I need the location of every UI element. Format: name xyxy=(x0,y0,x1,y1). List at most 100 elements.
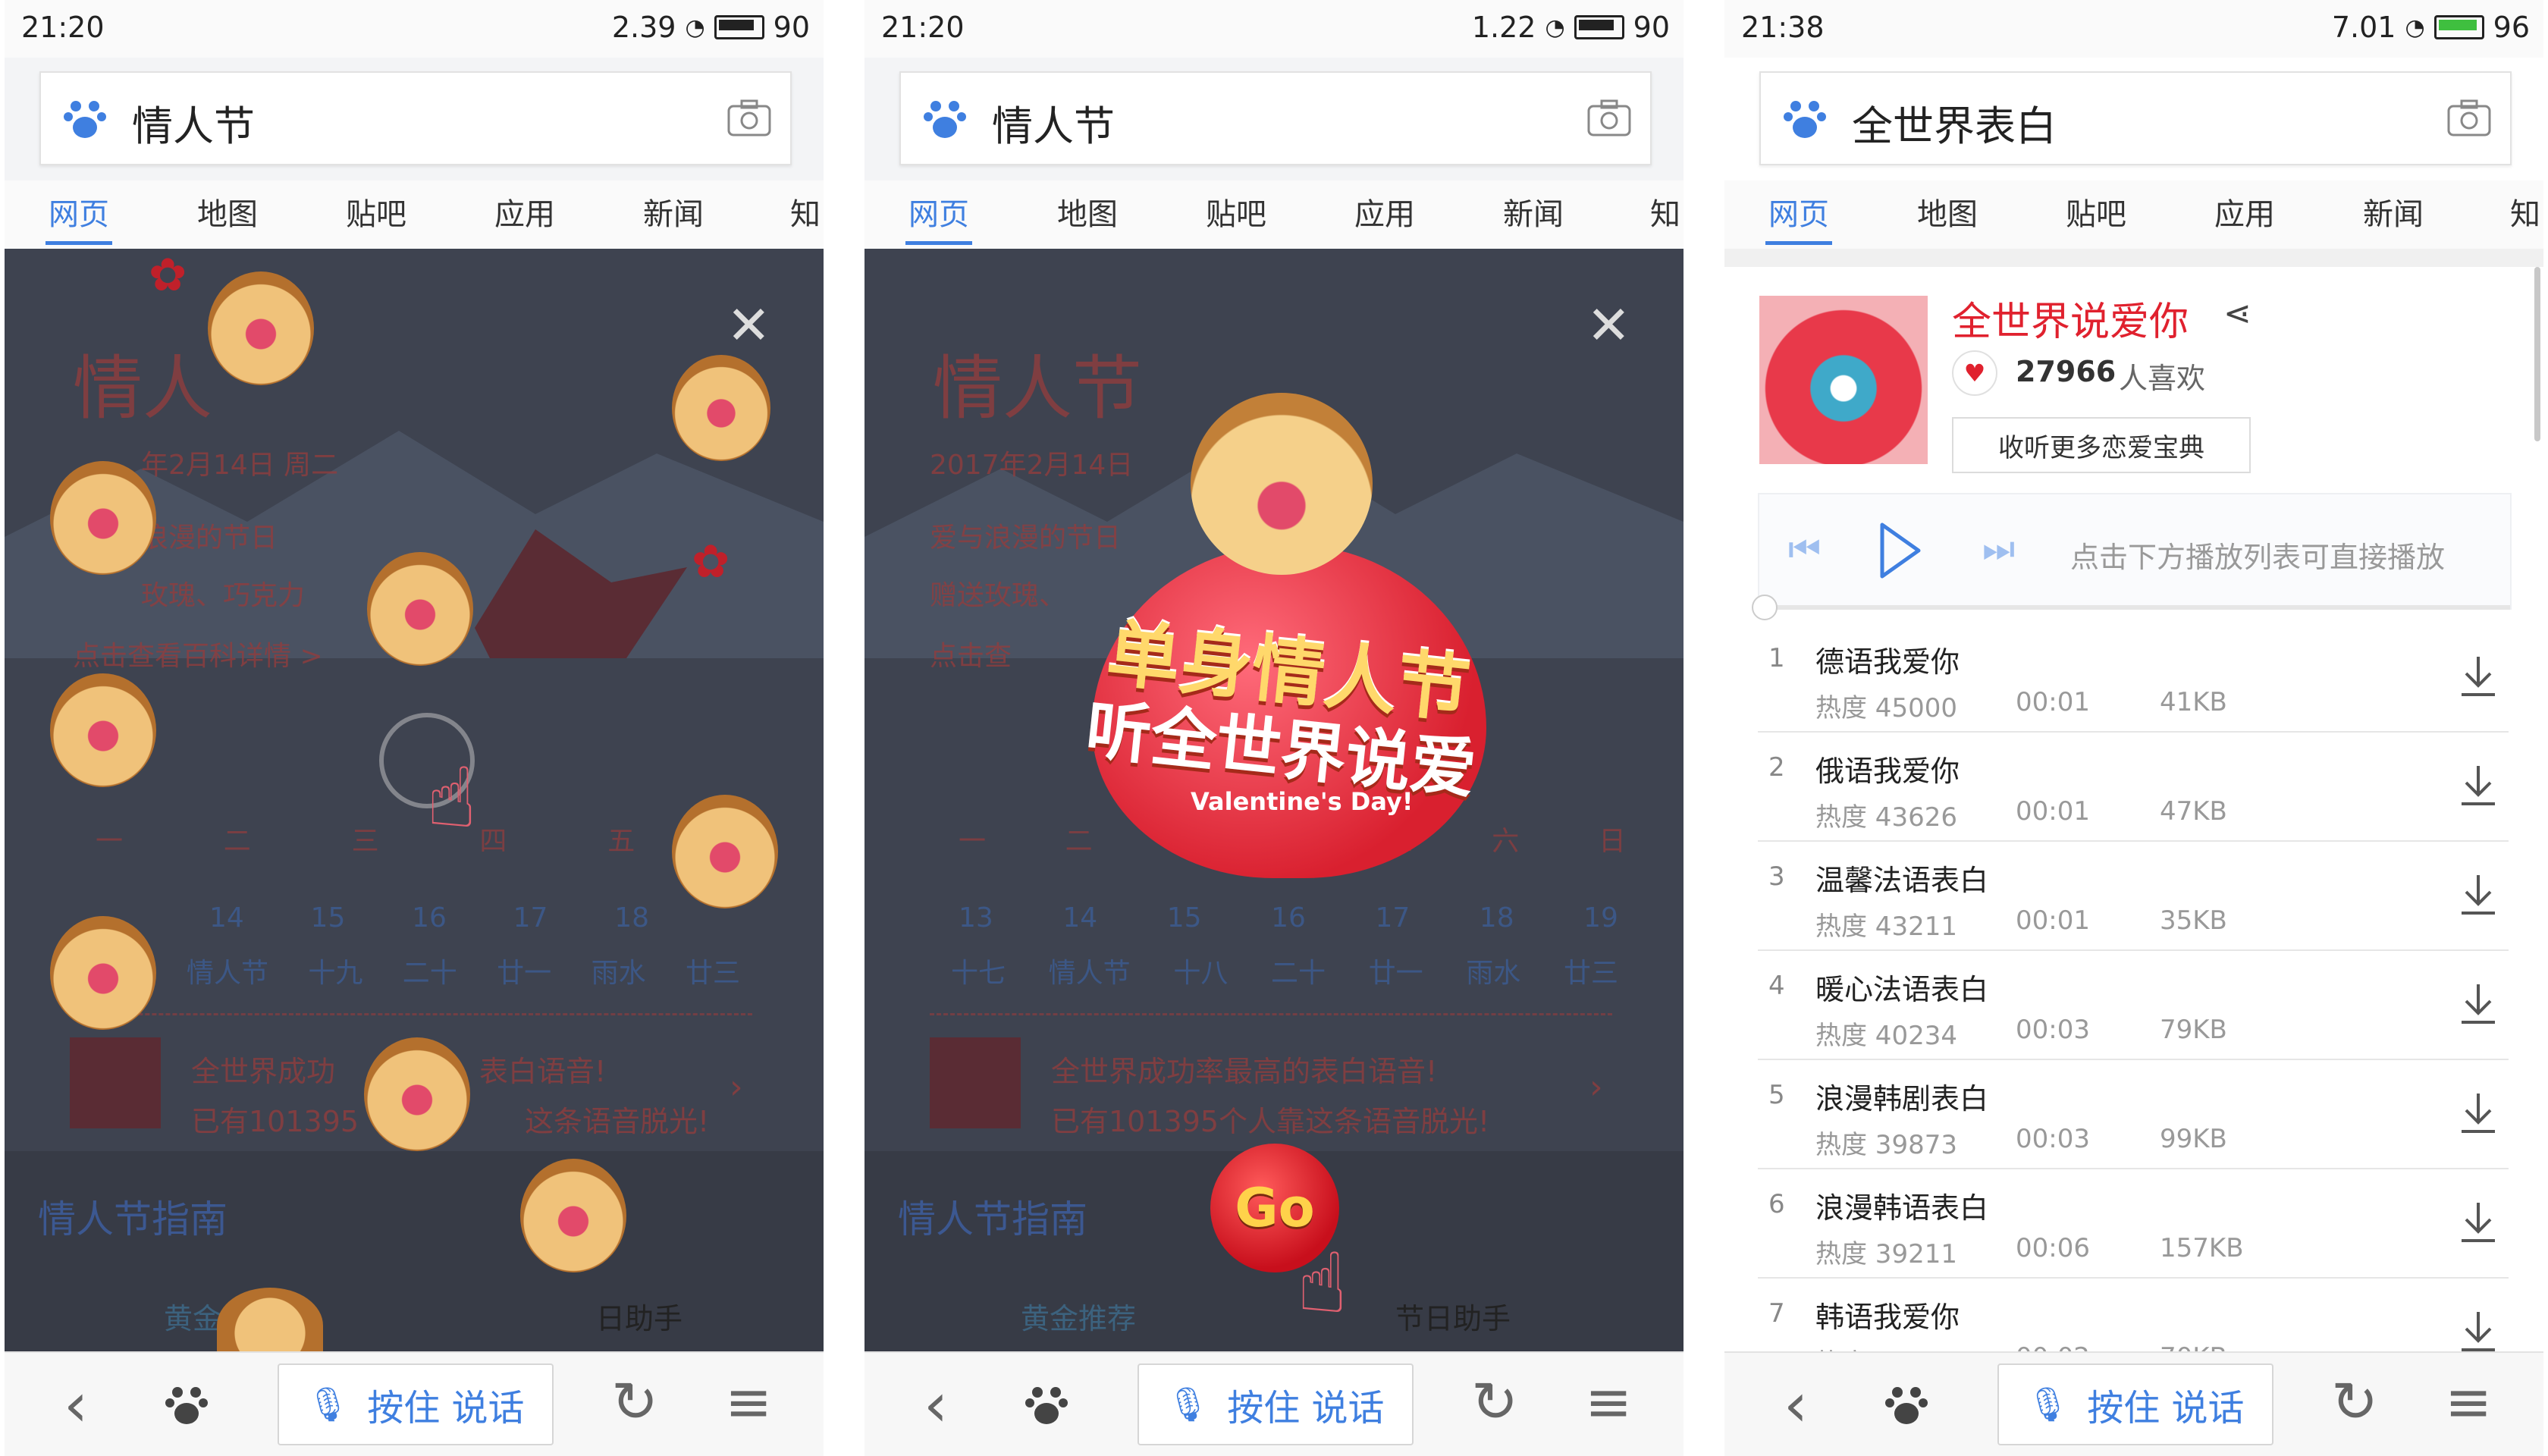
bottom-toolbar: ‹ 🎙 按住 说话 ↻ ≡ xyxy=(864,1351,1684,1456)
tab-zhidao[interactable]: 知 xyxy=(790,190,821,234)
chevron-right-icon: › xyxy=(730,1068,743,1106)
tab-apps[interactable]: 应用 xyxy=(1354,190,1415,234)
bg-title: 情人 xyxy=(73,348,213,429)
menu-icon[interactable]: ≡ xyxy=(1585,1370,1632,1435)
phone-screen-2: 21:20 1.22 ◔ 90 情人节 网页 地图 贴吧 应用 新闻 知 情人节… xyxy=(864,0,1684,1456)
tab-zhidao[interactable]: 知 xyxy=(1650,190,1680,234)
download-icon[interactable] xyxy=(2459,654,2498,699)
play-icon[interactable] xyxy=(1878,522,1923,579)
close-icon[interactable]: ✕ xyxy=(1586,294,1631,356)
go-label: Go xyxy=(1235,1177,1315,1239)
search-box[interactable]: 情人节 xyxy=(39,71,792,165)
bottom-toolbar: ‹ 🎙 按住 说话 ↻ ≡ xyxy=(1724,1351,2543,1456)
tab-map[interactable]: 地图 xyxy=(1917,190,1978,234)
scrollbar[interactable] xyxy=(2534,267,2540,441)
baidu-paw-icon[interactable] xyxy=(1024,1382,1069,1427)
search-query: 全世界表白 xyxy=(1852,102,2057,150)
tab-tieba[interactable]: 贴吧 xyxy=(2066,190,2126,234)
hold-to-talk-button[interactable]: 🎙 按住 说话 xyxy=(1138,1363,1414,1445)
next-icon[interactable]: ⏭ xyxy=(1982,528,2015,571)
baidu-paw-icon[interactable] xyxy=(164,1382,209,1427)
wifi-icon: ◔ xyxy=(2405,14,2425,41)
search-query: 情人节 xyxy=(992,102,1115,150)
menu-icon[interactable]: ≡ xyxy=(725,1370,772,1435)
song-row[interactable]: 4 暖心法语表白 热度 40234 00:03 79KB xyxy=(1758,951,2509,1060)
promo-line-1b: 表白语音! xyxy=(479,1055,607,1088)
tab-map[interactable]: 地图 xyxy=(1057,190,1118,234)
microphone-icon: 🎙 xyxy=(2026,1385,2069,1424)
tab-web[interactable]: 网页 xyxy=(908,190,969,234)
download-icon[interactable] xyxy=(2459,1309,2498,1354)
search-box[interactable]: 情人节 xyxy=(899,71,1652,165)
guide-item-gold[interactable]: 黄金 xyxy=(164,1295,221,1337)
tab-news[interactable]: 新闻 xyxy=(2363,190,2424,234)
rose-icon: ✿ xyxy=(692,535,730,588)
refresh-icon[interactable]: ↻ xyxy=(611,1370,658,1435)
guide-item-gold[interactable]: 黄金推荐 xyxy=(1021,1295,1136,1337)
tab-apps[interactable]: 应用 xyxy=(494,190,555,234)
tab-apps[interactable]: 应用 xyxy=(2214,190,2275,234)
calendar-date-row: 14 15 16 17 18 xyxy=(209,902,649,934)
guide-item-helper[interactable]: 节日助手 xyxy=(1395,1295,1511,1337)
baidu-paw-icon xyxy=(64,101,106,138)
search-box[interactable]: 全世界表白 xyxy=(1759,71,2512,165)
hold-to-talk-button[interactable]: 🎙 按住 说话 xyxy=(278,1363,554,1445)
refresh-icon[interactable]: ↻ xyxy=(2331,1370,2378,1435)
tab-zhidao[interactable]: 知 xyxy=(2510,190,2540,234)
back-icon[interactable]: ‹ xyxy=(924,1370,948,1440)
progress-knob[interactable] xyxy=(1752,595,1778,620)
guide-item-helper[interactable]: 日助手 xyxy=(596,1295,682,1337)
tab-web[interactable]: 网页 xyxy=(49,190,109,234)
tab-tieba[interactable]: 贴吧 xyxy=(346,190,406,234)
phone-screen-1: 21:20 2.39 ◔ 90 情人节 网页 地图 贴吧 应用 新闻 知 情人 … xyxy=(5,0,824,1456)
tab-web[interactable]: 网页 xyxy=(1768,190,1829,234)
baidu-paw-icon xyxy=(924,101,966,138)
album-cover[interactable] xyxy=(1759,296,1928,464)
download-icon[interactable] xyxy=(2459,872,2498,918)
song-row[interactable]: 1 德语我爱你 热度 45000 00:01 41KB xyxy=(1758,623,2509,733)
tab-news[interactable]: 新闻 xyxy=(1503,190,1564,234)
song-row[interactable]: 3 温馨法语表白 热度 43211 00:01 35KB xyxy=(1758,842,2509,951)
voice-promo-card[interactable]: 全世界成功率最高的表白语音! 已有101395个人靠这条语音脱光! › xyxy=(930,1037,1612,1151)
download-icon[interactable] xyxy=(2459,981,2498,1027)
tab-tieba[interactable]: 贴吧 xyxy=(1206,190,1266,234)
bottom-toolbar: ‹ 🎙 按住 说话 ↻ ≡ xyxy=(5,1351,824,1456)
dog-sticker xyxy=(672,795,778,908)
battery-level: 96 xyxy=(2493,11,2530,44)
dog-sticker xyxy=(208,271,314,385)
refresh-icon[interactable]: ↻ xyxy=(1471,1370,1518,1435)
tab-news[interactable]: 新闻 xyxy=(643,190,704,234)
tab-map[interactable]: 地图 xyxy=(197,190,258,234)
valentine-banner[interactable]: 单身情人节 听全世界说爱 Valentine's Day! xyxy=(1016,362,1562,908)
divider xyxy=(930,1013,1612,1017)
progress-track[interactable] xyxy=(1759,605,2510,610)
rose-icon: ✿ xyxy=(149,249,187,302)
clock: 21:20 xyxy=(881,11,965,44)
previous-icon[interactable]: ⏮ xyxy=(1788,528,1821,571)
download-icon[interactable] xyxy=(2459,1090,2498,1136)
active-tab-indicator xyxy=(1765,241,1832,245)
like-button[interactable]: ♥ xyxy=(1952,350,1997,396)
back-icon[interactable]: ‹ xyxy=(1784,1370,1808,1440)
dog-sticker xyxy=(50,916,156,1030)
wifi-icon: ◔ xyxy=(685,14,705,41)
camera-icon[interactable] xyxy=(1586,99,1632,138)
baidu-paw-icon[interactable] xyxy=(1884,1382,1929,1427)
song-title: 浪漫韩语表白 xyxy=(1815,1191,1989,1225)
song-row[interactable]: 5 浪漫韩剧表白 热度 39873 00:03 99KB xyxy=(1758,1060,2509,1169)
guide-title: 情人节指南 xyxy=(38,1197,228,1241)
song-row[interactable]: 2 俄语我爱你 热度 43626 00:01 47KB xyxy=(1758,733,2509,842)
song-row[interactable]: 6 浪漫韩语表白 热度 39211 00:06 157KB xyxy=(1758,1169,2509,1279)
close-icon[interactable]: ✕ xyxy=(726,294,771,356)
camera-icon[interactable] xyxy=(2446,99,2492,138)
song-title: 暖心法语表白 xyxy=(1815,973,1989,1006)
back-icon[interactable]: ‹ xyxy=(64,1370,88,1440)
menu-icon[interactable]: ≡ xyxy=(2445,1370,2492,1435)
download-icon[interactable] xyxy=(2459,1200,2498,1245)
camera-icon[interactable] xyxy=(726,99,772,138)
hold-to-talk-button[interactable]: 🎙 按住 说话 xyxy=(1997,1363,2273,1445)
download-icon[interactable] xyxy=(2459,763,2498,808)
album-title[interactable]: 全世界说爱你 xyxy=(1952,290,2189,347)
share-icon[interactable]: ⋖ xyxy=(2223,294,2251,333)
more-love-button[interactable]: 收听更多恋爱宝典 xyxy=(1952,417,2251,473)
